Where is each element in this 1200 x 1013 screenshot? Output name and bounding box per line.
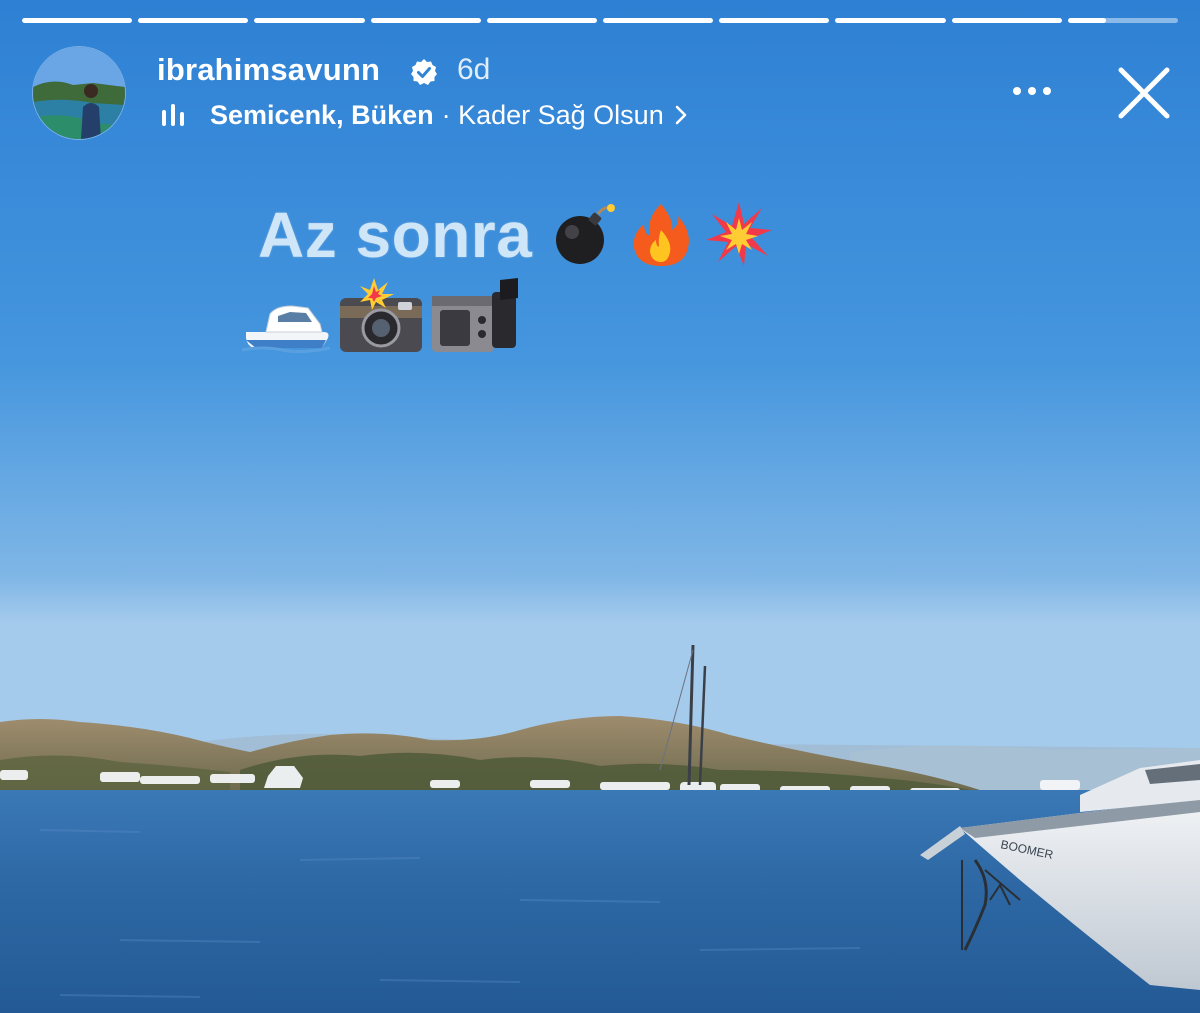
music-attribution[interactable]: Semicenk, Büken · Kader Sağ Olsun xyxy=(160,98,688,132)
music-song: · Kader Sağ Olsun xyxy=(441,99,664,130)
video-camera-icon xyxy=(432,278,518,352)
progress-fill xyxy=(370,18,481,23)
avatar[interactable] xyxy=(32,46,126,140)
progress-segment xyxy=(138,18,249,23)
progress-segment xyxy=(370,18,481,23)
progress-segment xyxy=(603,18,714,23)
music-bars-icon xyxy=(162,104,184,126)
progress-fill xyxy=(486,18,598,23)
progress-segment xyxy=(951,18,1062,23)
post-time: 6d xyxy=(457,53,491,86)
progress-fill xyxy=(951,18,1062,23)
text-sticker[interactable]: Az sonra xyxy=(242,192,838,356)
progress-fill xyxy=(835,18,946,23)
story-header: ibrahimsavunn 6d Semicenk, Büken · Kader… xyxy=(32,46,1182,141)
sticker-text: Az sonra xyxy=(258,199,533,271)
progress-segment xyxy=(254,18,365,23)
verified-badge-icon xyxy=(411,59,437,85)
progress-segment xyxy=(835,18,946,23)
progress-segment xyxy=(719,18,830,23)
username[interactable]: ibrahimsavunn xyxy=(157,52,380,88)
progress-segment xyxy=(22,18,133,23)
camera-with-flash-icon xyxy=(340,278,422,352)
music-artist: Semicenk, Büken xyxy=(210,99,434,130)
close-icon[interactable] xyxy=(1115,64,1173,122)
bomb-icon xyxy=(556,204,616,264)
progress-fill xyxy=(1067,18,1107,23)
chevron-right-icon xyxy=(675,105,687,125)
story-progress-bar xyxy=(22,18,1179,24)
story-viewer[interactable]: BOOMER ibrahimsavunn 6d Semicenk, Büken … xyxy=(0,0,1200,1013)
progress-fill xyxy=(138,18,249,23)
progress-fill xyxy=(719,18,830,23)
motor-boat-icon xyxy=(242,305,331,354)
progress-fill xyxy=(22,18,133,23)
fire-icon xyxy=(633,204,690,266)
progress-segment xyxy=(486,18,598,23)
story-photo: BOOMER xyxy=(0,0,1200,1013)
progress-segment xyxy=(1067,18,1179,23)
more-options-button[interactable] xyxy=(1007,76,1057,106)
collision-icon xyxy=(706,202,773,266)
progress-fill xyxy=(254,18,365,23)
progress-fill xyxy=(603,18,714,23)
